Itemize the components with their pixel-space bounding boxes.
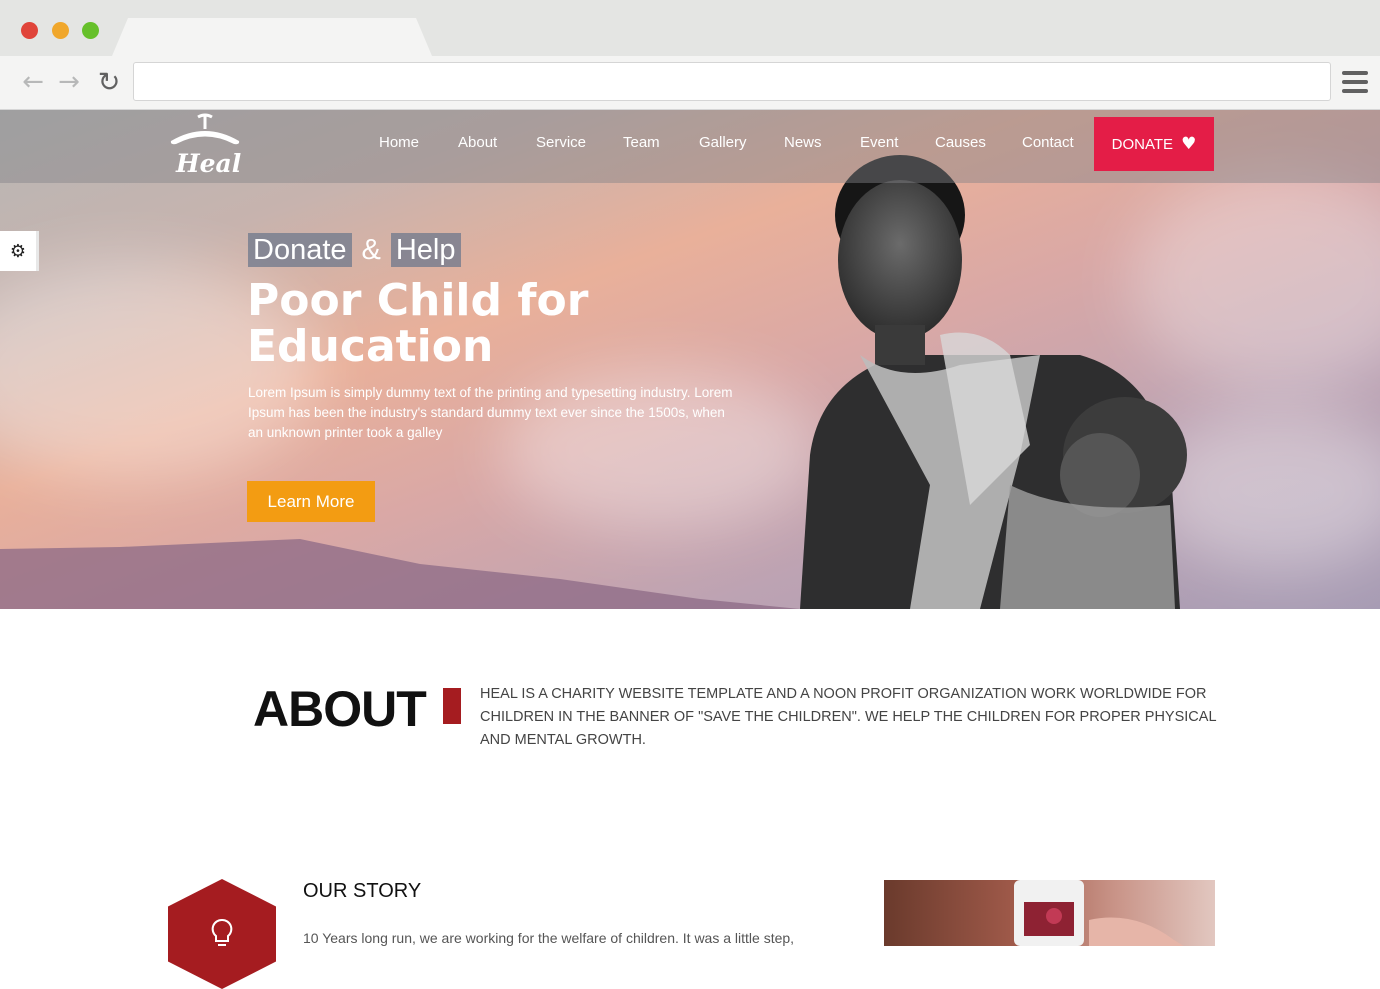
settings-gear-icon[interactable]: ⚙ [0,231,39,271]
story-text: 10 Years long run, we are working for th… [303,930,795,946]
heart-icon: ♥ [1181,134,1197,154]
tagline-help: Help [390,233,461,267]
site-header: Heal Home About Service Team Gallery New… [0,110,1380,183]
tagline-donate: Donate [248,233,352,267]
browser-tab[interactable] [112,18,432,56]
browser-toolbar: ← → ↻ [0,56,1380,110]
hero-title: Poor Child for Education [247,275,589,372]
back-arrow-icon[interactable]: ← [18,67,48,97]
nav-gallery[interactable]: Gallery [699,134,747,151]
minimize-window-button[interactable] [52,22,69,39]
hero-tagline: Donate & Help [248,233,461,267]
nav-event[interactable]: Event [860,134,898,151]
forward-arrow-icon[interactable]: → [54,67,84,97]
nav-home[interactable]: Home [379,134,419,151]
donate-label: DONATE [1111,135,1174,153]
heal-logo[interactable]: Heal [168,113,242,181]
hero-description: Lorem Ipsum is simply dummy text of the … [248,385,733,440]
photo-frame-image [1014,880,1184,946]
maximize-window-button[interactable] [82,22,99,39]
nav-news[interactable]: News [784,134,822,151]
donate-button[interactable]: DONATE ♥ [1094,117,1214,171]
tagline-ampersand: & [361,233,381,266]
close-window-button[interactable] [21,22,38,39]
nav-about[interactable]: About [458,134,497,151]
learn-more-button[interactable]: Learn More [247,481,375,522]
reload-icon[interactable]: ↻ [94,67,124,98]
nav-contact[interactable]: Contact [1022,134,1074,151]
about-heading: ABOUT [253,681,427,737]
nav-service[interactable]: Service [536,134,586,151]
nav-team[interactable]: Team [623,134,660,151]
address-bar[interactable] [133,62,1331,101]
lightbulb-icon [211,918,233,946]
about-description: HEAL IS A CHARITY WEBSITE TEMPLATE AND A… [480,686,1216,748]
hero-child-image [800,155,1187,609]
hanger-icon [170,113,240,145]
story-image [884,880,1215,946]
hero-banner: Heal Home About Service Team Gallery New… [0,110,1380,609]
browser-menu-icon[interactable] [1342,71,1368,93]
browser-chrome: ← → ↻ [0,0,1380,110]
logo-text: Heal [176,149,242,178]
about-accent-bar [443,688,461,724]
story-heading: OUR STORY [303,880,422,902]
nav-causes[interactable]: Causes [935,134,986,151]
